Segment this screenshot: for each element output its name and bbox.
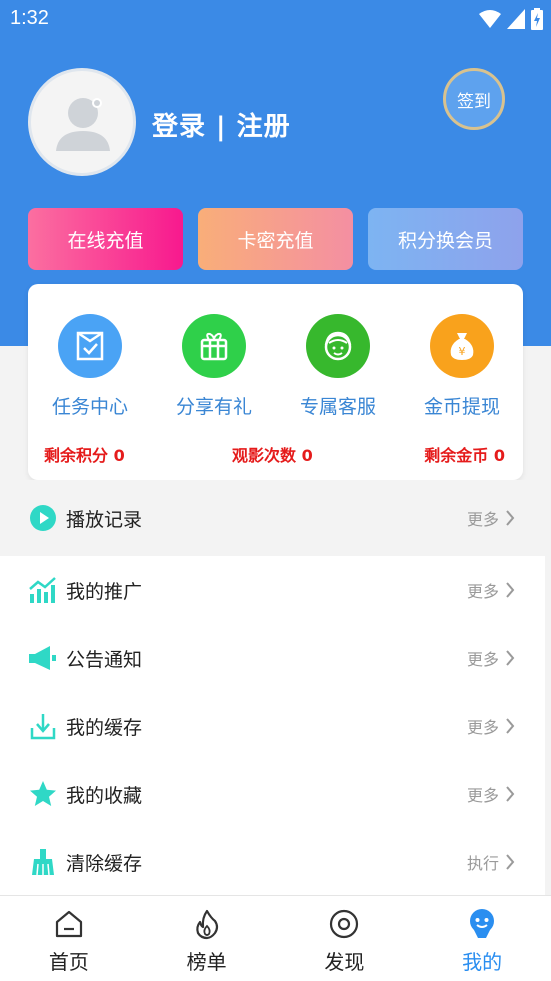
menu-label: 我的收藏 [66,784,143,807]
svg-text:¥: ¥ [459,345,466,358]
status-time: 1:32 [10,7,49,29]
gift-icon [182,314,246,378]
feature-card: 任务中心 分享有礼 专属客服 ¥ 金币提现 剩余积分 0 观影次数 0 剩余金币… [28,284,523,480]
menu-label: 我的推广 [66,580,143,603]
feature-label: 专属客服 [299,396,376,418]
more-label: 更多 [466,718,499,737]
status-icons [479,8,543,30]
tab-label: 发现 [324,950,365,974]
feature-task-center[interactable]: 任务中心 [28,314,152,419]
flame-icon [195,909,218,940]
money-bag-icon: ¥ [430,314,494,378]
bottom-tab-bar: 首页 榜单 发现 我的 [0,895,551,981]
card-recharge-button[interactable]: 卡密充值 [198,208,353,270]
signin-button[interactable]: 签到 [443,68,505,130]
tab-home[interactable]: 首页 [0,896,138,981]
avatar[interactable] [28,68,136,176]
tab-label: 我的 [462,950,503,974]
more-label: 更多 [466,786,499,805]
task-icon [58,314,122,378]
chevron-right-icon [506,786,515,802]
menu-list: 播放记录 更多 我的推广 更多 公告通知 更多 我的缓存 更多 我的收藏 更多 … [0,480,545,896]
customer-service-icon [306,314,370,378]
tab-label: 榜单 [186,950,227,974]
view-count: 观影次数 0 [232,446,313,465]
feature-customer-service[interactable]: 专属客服 [276,314,400,419]
feature-label: 金币提现 [423,396,500,418]
download-icon [28,711,58,741]
coins-remaining: 剩余金币 0 [424,446,505,465]
default-avatar-icon [56,98,110,151]
feature-share-gift[interactable]: 分享有礼 [152,314,276,419]
more-link[interactable]: 更多 [467,646,515,670]
megaphone-icon [28,643,58,673]
menu-item-my-promotion[interactable]: 我的推广 更多 [0,556,545,624]
tab-label: 首页 [48,950,89,974]
chevron-right-icon [506,510,515,526]
chevron-right-icon [506,650,515,666]
menu-item-my-cache[interactable]: 我的缓存 更多 [0,692,545,760]
signal-icon [507,9,525,29]
more-link[interactable]: 更多 [467,714,515,738]
points-to-vip-button[interactable]: 积分换会员 [368,208,523,270]
menu-label: 清除缓存 [66,852,143,875]
tab-rankings[interactable]: 榜单 [138,896,276,981]
login-register-link[interactable]: 登录 | 注册 [152,106,291,143]
chart-icon [28,575,58,605]
star-icon [28,779,58,809]
menu-label: 播放记录 [66,508,143,531]
home-icon [55,910,82,938]
discover-icon [330,909,359,939]
execute-link[interactable]: 执行 [467,850,515,874]
feature-coin-withdraw[interactable]: ¥ 金币提现 [400,314,524,419]
feature-label: 分享有礼 [175,396,252,418]
profile-icon [470,909,495,938]
menu-item-announcements[interactable]: 公告通知 更多 [0,624,545,692]
chevron-right-icon [506,854,515,870]
more-link[interactable]: 更多 [467,578,515,602]
more-label: 更多 [466,510,499,529]
menu-label: 公告通知 [66,648,143,671]
play-icon [28,503,58,533]
battery-icon [531,8,543,30]
points-remaining: 剩余积分 0 [44,446,125,465]
menu-label: 我的缓存 [66,716,143,739]
broom-icon [28,847,58,877]
tab-mine[interactable]: 我的 [413,896,551,981]
execute-label: 执行 [466,854,499,873]
feature-label: 任务中心 [51,396,128,418]
tab-discover[interactable]: 发现 [276,896,414,981]
more-link[interactable]: 更多 [467,506,515,530]
chevron-right-icon [506,582,515,598]
chevron-right-icon [506,718,515,734]
menu-item-play-history[interactable]: 播放记录 更多 [0,480,545,556]
more-label: 更多 [466,582,499,601]
more-label: 更多 [466,650,499,669]
more-link[interactable]: 更多 [467,782,515,806]
menu-item-my-favorites[interactable]: 我的收藏 更多 [0,760,545,828]
online-recharge-button[interactable]: 在线充值 [28,208,183,270]
wifi-icon [479,10,501,28]
status-bar: 1:32 [0,0,551,38]
menu-item-clear-cache[interactable]: 清除缓存 执行 [0,828,545,896]
